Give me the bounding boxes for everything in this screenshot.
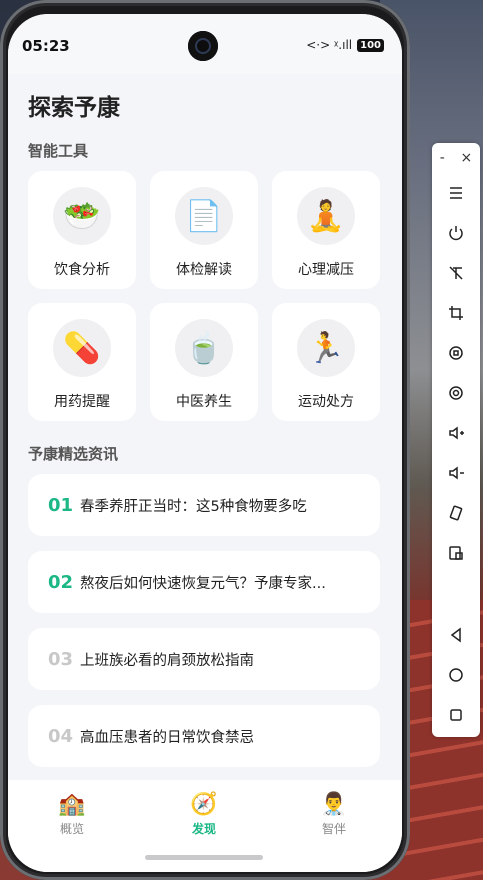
battery-icon: 100 — [357, 38, 384, 52]
status-icons: <·> ᵡ.ıll 100 — [306, 38, 384, 52]
screenshot-icon — [449, 546, 463, 560]
rotate-button[interactable] — [432, 333, 480, 373]
meditation-icon: 🧘 — [297, 187, 355, 245]
volume-down-button[interactable] — [432, 453, 480, 493]
news-list: 01 春季养肝正当时：这5种食物要多吃 02 熬夜后如何快速恢复元气？予康专家.… — [28, 474, 380, 782]
emulator-side-panel: - × — [432, 143, 480, 737]
tool-stress-relief[interactable]: 🧘 心理减压 — [272, 171, 380, 289]
pill-icon: 💊 — [53, 319, 111, 377]
home-circle-icon — [449, 668, 463, 682]
volume-up-button[interactable] — [432, 413, 480, 453]
status-time: 05:23 — [22, 37, 70, 55]
tool-tcm-wellness[interactable]: 🍵 中医养生 — [150, 303, 258, 421]
volume-down-icon — [449, 466, 464, 480]
runner-icon: 🏃 — [297, 319, 355, 377]
home-indicator[interactable] — [145, 855, 263, 860]
salad-icon: 🥗 — [53, 187, 111, 245]
tab-label: 概览 — [59, 822, 84, 836]
phone-frame: 05:23 <·> ᵡ.ıll 100 探索予康 智能工具 🥗 饮食分析 📄 体… — [0, 0, 410, 880]
tool-label: 饮食分析 — [54, 262, 110, 278]
news-title: 春季养肝正当时：这5种食物要多吃 — [80, 498, 307, 515]
news-item[interactable]: 04 高血压患者的日常饮食禁忌 — [28, 705, 380, 767]
panel-spacer — [432, 573, 480, 615]
tool-checkup-report[interactable]: 📄 体检解读 — [150, 171, 258, 289]
menu-icon — [450, 187, 462, 199]
screenshot-button[interactable] — [432, 533, 480, 573]
tool-label: 用药提醒 — [54, 394, 110, 410]
recents-button[interactable] — [432, 695, 480, 735]
record-button[interactable] — [432, 373, 480, 413]
phone-screen: 05:23 <·> ᵡ.ıll 100 探索予康 智能工具 🥗 饮食分析 📄 体… — [8, 14, 402, 872]
status-bar: 05:23 <·> ᵡ.ıll 100 — [8, 14, 402, 74]
news-rank: 01 — [48, 494, 74, 516]
record-icon — [449, 386, 463, 400]
news-rank: 02 — [48, 571, 74, 593]
rotate-screen-button[interactable] — [432, 493, 480, 533]
volume-up-icon — [449, 426, 464, 440]
tools-section-title: 智能工具 — [28, 142, 89, 160]
tea-icon: 🍵 — [175, 319, 233, 377]
school-icon: 🏫 — [58, 792, 86, 817]
news-title: 高血压患者的日常饮食禁忌 — [80, 729, 254, 746]
tool-label: 运动处方 — [298, 394, 354, 410]
tool-label: 体检解读 — [176, 262, 232, 278]
tab-discover[interactable]: 🧭 发现 — [164, 792, 244, 837]
tab-overview[interactable]: 🏫 概览 — [32, 792, 112, 837]
rotate-screen-icon — [449, 505, 463, 521]
back-button[interactable] — [432, 615, 480, 655]
news-rank: 04 — [48, 725, 74, 747]
tool-diet-analysis[interactable]: 🥗 饮食分析 — [28, 171, 136, 289]
menu-button[interactable] — [432, 173, 480, 213]
rotate-icon — [449, 346, 463, 360]
power-icon — [449, 226, 463, 241]
bottom-tab-bar: 🏫 概览 🧭 发现 👨‍⚕️ 智伴 — [8, 780, 402, 872]
tab-label: 发现 — [191, 822, 216, 836]
front-camera — [188, 31, 218, 61]
tab-companion[interactable]: 👨‍⚕️ 智伴 — [294, 792, 374, 837]
tab-label: 智伴 — [321, 822, 346, 836]
tools-grid: 🥗 饮食分析 📄 体检解读 🧘 心理减压 💊 用药提醒 🍵 中医养生 🏃 运动处… — [28, 171, 380, 421]
close-button[interactable]: × — [460, 150, 472, 166]
tool-exercise-prescription[interactable]: 🏃 运动处方 — [272, 303, 380, 421]
news-section-title: 予康精选资讯 — [28, 445, 119, 463]
page-title: 探索予康 — [28, 95, 120, 121]
news-item[interactable]: 01 春季养肝正当时：这5种食物要多吃 — [28, 474, 380, 536]
minimize-button[interactable]: - — [440, 150, 445, 166]
tool-label: 中医养生 — [176, 394, 232, 410]
doctor-icon: 👨‍⚕️ — [320, 792, 348, 817]
power-button[interactable] — [432, 213, 480, 253]
compass-icon: 🧭 — [190, 792, 218, 817]
document-icon: 📄 — [175, 187, 233, 245]
news-title: 上班族必看的肩颈放松指南 — [80, 652, 254, 669]
back-triangle-icon — [450, 627, 461, 643]
news-item[interactable]: 03 上班族必看的肩颈放松指南 — [28, 628, 380, 690]
news-title: 熬夜后如何快速恢复元气？予康专家... — [80, 575, 326, 592]
home-button[interactable] — [432, 655, 480, 695]
news-item[interactable]: 02 熬夜后如何快速恢复元气？予康专家... — [28, 551, 380, 613]
panel-window-controls: - × — [432, 143, 480, 173]
news-rank: 03 — [48, 648, 74, 670]
no-touch-button[interactable] — [432, 253, 480, 293]
network-icon: <·> ᵡ.ıll — [306, 38, 353, 52]
touch-off-icon — [449, 266, 463, 280]
tool-label: 心理减压 — [298, 262, 354, 278]
crop-icon — [449, 306, 463, 320]
crop-button[interactable] — [432, 293, 480, 333]
tool-medication-reminder[interactable]: 💊 用药提醒 — [28, 303, 136, 421]
recents-square-icon — [450, 709, 462, 721]
